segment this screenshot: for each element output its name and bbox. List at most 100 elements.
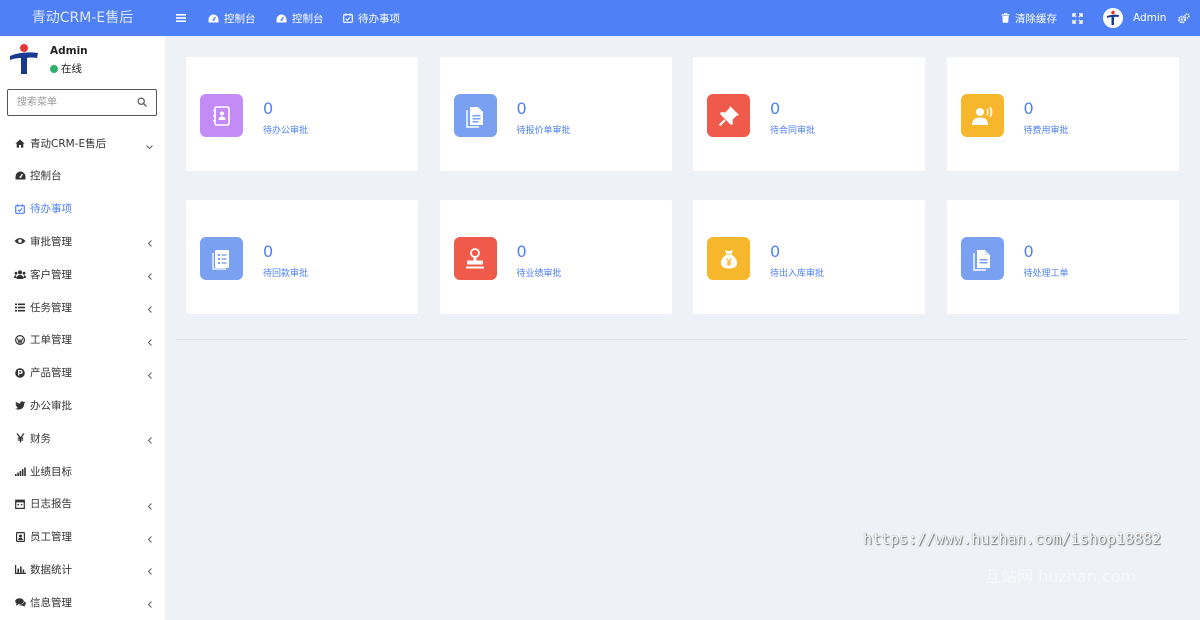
fullscreen-button[interactable] (1072, 0, 1083, 36)
user-menu[interactable]: Admin (1103, 0, 1166, 36)
stat-card[interactable]: 0 待出入库审批 (693, 200, 925, 314)
chevron-left-icon (147, 501, 153, 513)
sidebar-item[interactable]: 日志报告 (0, 489, 165, 519)
sidebar-item-label: 客户管理 (30, 268, 72, 281)
sidebar-item-label: 财务 (30, 432, 51, 445)
online-dot-icon (50, 64, 58, 73)
stat-value: 0 (1023, 99, 1034, 118)
chevron-left-icon (147, 238, 153, 250)
gears-icon (1178, 12, 1190, 24)
search-icon[interactable] (137, 97, 147, 110)
home-icon (14, 137, 26, 149)
settings-button[interactable] (1178, 0, 1190, 36)
stat-card[interactable]: 0 待业绩审批 (439, 200, 672, 314)
sidebar-item-label: 审批管理 (30, 235, 72, 248)
chevron-down-icon (146, 141, 153, 153)
sidebar-item[interactable]: 产品管理 (0, 358, 165, 388)
yen-icon (14, 432, 26, 444)
stat-label: 待处理工单 (1023, 269, 1069, 279)
stat-card[interactable]: 0 待办公审批 (186, 57, 418, 171)
stat-card[interactable]: 0 待回款审批 (186, 200, 418, 314)
stat-label: 待办公审批 (263, 126, 309, 136)
sidebar-item[interactable]: 业绩目标 (0, 456, 165, 486)
stamp-icon (453, 237, 497, 280)
chevron-left-icon (147, 599, 153, 611)
expand-icon (1072, 12, 1083, 24)
sidebar-item[interactable]: 客户管理 (0, 259, 165, 289)
sidebar-item-label: 工单管理 (30, 334, 72, 347)
sidebar-item-label: 青动CRM-E售后 (30, 137, 107, 150)
menu-search-input[interactable] (8, 90, 132, 115)
chevron-left-icon (147, 566, 153, 578)
sidebar-item[interactable]: 审批管理 (0, 226, 165, 256)
chevron-left-icon (147, 534, 153, 546)
stat-label: 待业绩审批 (516, 269, 562, 279)
top-navbar: 青动CRM-E售后 控制台 控制台 待办事项 清除缓存 Admin (0, 0, 1200, 36)
sidebar-item-label: 任务管理 (30, 301, 72, 314)
document-icon (960, 237, 1004, 280)
stat-value: 0 (263, 99, 274, 118)
sidebar-item[interactable]: 员工管理 (0, 522, 165, 552)
product-p-icon (14, 367, 26, 379)
topnav-dashboard-link[interactable]: 控制台 (208, 0, 256, 36)
calendar-check-icon (14, 203, 26, 215)
sidebar-toggle-button[interactable] (176, 0, 186, 36)
sidebar-item[interactable]: 青动CRM-E售后 (0, 128, 165, 158)
sidebar-item-label: 信息管理 (30, 596, 72, 609)
sidebar-item[interactable]: 财务 (0, 423, 165, 453)
chevron-left-icon (147, 435, 153, 447)
sidebar-item-label: 待办事项 (30, 203, 72, 216)
stat-value: 0 (770, 99, 781, 118)
stat-value: 0 (770, 242, 781, 261)
menu-icon (176, 13, 186, 23)
sidebar-item-label: 控制台 (30, 170, 62, 183)
menu-search-box (7, 89, 157, 116)
topnav-todo-link[interactable]: 待办事项 (343, 0, 400, 36)
office-doc-icon (200, 94, 243, 137)
content-divider (176, 339, 1187, 340)
sidebar: Admin 在线 青动CRM-E售后控制台待办事项审批管理客户管理任务管理工单管… (0, 36, 165, 620)
chevron-left-icon (147, 271, 153, 283)
sidebar-item[interactable]: 工单管理 (0, 325, 165, 355)
person-speaker-icon (960, 94, 1004, 137)
wordpress-icon (14, 334, 26, 346)
bar-chart-icon (14, 563, 26, 575)
pin-icon (707, 94, 750, 137)
sidebar-item-label: 办公审批 (30, 399, 72, 412)
sidebar-item[interactable]: 信息管理 (0, 587, 165, 617)
sidebar-item-label: 数据统计 (30, 563, 72, 576)
calendar-check-icon (343, 13, 353, 23)
sidebar-item[interactable]: 任务管理 (0, 292, 165, 322)
clear-cache-label: 清除缓存 (1015, 12, 1057, 25)
online-status: 在线 (50, 61, 82, 76)
sidebar-item[interactable]: 控制台 (0, 161, 165, 191)
sidebar-item-label: 产品管理 (30, 367, 72, 380)
stat-value: 0 (516, 99, 527, 118)
chevron-left-icon (147, 304, 153, 316)
trash-icon (1001, 13, 1010, 23)
sidebar-item[interactable]: 数据统计 (0, 554, 165, 584)
stat-label: 待合同审批 (770, 126, 816, 136)
dashboard-icon (14, 170, 26, 182)
stat-card[interactable]: 0 待处理工单 (946, 200, 1179, 314)
chevron-left-icon (147, 370, 153, 382)
stat-card[interactable]: 0 待报价单审批 (439, 57, 672, 171)
sidebar-item-label: 日志报告 (30, 498, 72, 511)
topnav-dashboard-link-2[interactable]: 控制台 (276, 0, 324, 36)
stat-value: 0 (1023, 242, 1034, 261)
users-icon (14, 268, 26, 280)
signal-icon (14, 465, 26, 477)
stat-card[interactable]: 0 待合同审批 (693, 57, 925, 171)
clear-cache-button[interactable]: 清除缓存 (1001, 0, 1057, 36)
topnav-dashboard-label: 控制台 (292, 12, 324, 25)
stat-card[interactable]: 0 待费用审批 (946, 57, 1179, 171)
sidebar-item[interactable]: 待办事项 (0, 194, 165, 224)
list-icon (14, 301, 26, 313)
money-bag-icon (707, 237, 750, 280)
sidebar-item[interactable]: 办公审批 (0, 390, 165, 420)
quote-doc-icon (453, 94, 497, 137)
sidebar-user-name: Admin (50, 45, 88, 57)
stat-value: 0 (516, 242, 527, 261)
stat-label: 待报价单审批 (516, 126, 571, 136)
brand-title[interactable]: 青动CRM-E售后 (0, 0, 165, 36)
